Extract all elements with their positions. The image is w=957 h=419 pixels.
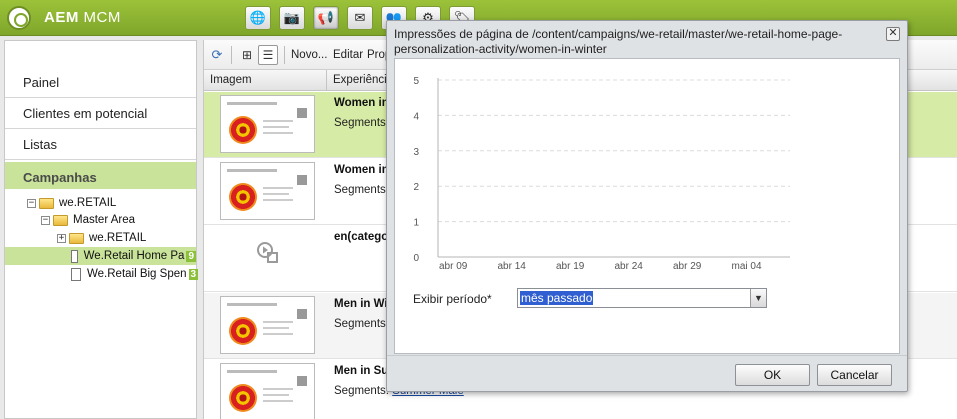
count-badge: 9 bbox=[186, 250, 196, 262]
segments-label: Segments: bbox=[334, 117, 389, 129]
aem-logo-icon bbox=[7, 6, 31, 30]
tree-node-label: we.RETAIL bbox=[59, 197, 117, 209]
experience-title: Women in bbox=[334, 97, 389, 109]
sidebar-item-clientes[interactable]: Clientes em potencial bbox=[5, 98, 196, 129]
period-selected-value: mês passado bbox=[520, 291, 594, 305]
expand-icon[interactable]: + bbox=[57, 233, 66, 243]
x-tick-label: abr 19 bbox=[556, 261, 585, 272]
app-title: AEM MCM bbox=[44, 9, 121, 26]
sidebar-item-painel[interactable]: Painel bbox=[5, 67, 196, 98]
tree-node-label: We.Retail Home Pa bbox=[83, 250, 185, 262]
x-tick-label: abr 09 bbox=[439, 261, 468, 272]
count-badge: 3 bbox=[188, 268, 199, 280]
grid-view-icon[interactable]: ⊞ bbox=[237, 45, 257, 65]
dialog-title: Impressões de página de /content/campaig… bbox=[394, 27, 843, 56]
tree-node-big-spender[interactable]: We.Retail Big Spen 3 bbox=[71, 265, 199, 283]
refresh-icon[interactable]: ⟳ bbox=[207, 45, 227, 65]
tree-node-label: we.RETAIL bbox=[89, 232, 147, 244]
x-tick-label: abr 24 bbox=[615, 261, 644, 272]
page-icon bbox=[71, 267, 81, 281]
app-title-bold: AEM bbox=[44, 9, 79, 26]
tree-node-home-page[interactable]: We.Retail Home Pa 9 bbox=[5, 247, 196, 265]
tree-node-label: We.Retail Big Spen bbox=[87, 268, 187, 280]
close-icon[interactable]: ✕ bbox=[886, 27, 900, 41]
video-placeholder-icon bbox=[257, 242, 278, 263]
toolbar-divider bbox=[284, 46, 285, 64]
impressions-chart: 0 1 2 3 4 5 abr 09 abr 14 abr 19 abr 24 abr 29 mai … bbox=[413, 76, 790, 272]
y-tick-label: 0 bbox=[413, 253, 419, 264]
column-header-image[interactable]: Imagem bbox=[210, 74, 252, 86]
page-impressions-dialog: Impressões de página de /content/campaig… bbox=[386, 20, 908, 392]
folder-icon bbox=[39, 197, 54, 209]
sidebar-item-listas[interactable]: Listas bbox=[5, 129, 196, 160]
thumbnail-image bbox=[220, 95, 315, 153]
x-tick-label: abr 14 bbox=[498, 261, 527, 272]
campaign-icon[interactable]: 📢 bbox=[313, 6, 339, 30]
y-tick-label: 4 bbox=[413, 111, 419, 122]
y-tick-label: 3 bbox=[413, 147, 419, 158]
page-icon bbox=[71, 249, 78, 263]
collapse-icon[interactable]: − bbox=[41, 215, 50, 225]
segments-label: Segments: bbox=[334, 184, 389, 196]
x-tick-label: abr 29 bbox=[673, 261, 702, 272]
y-tick-label: 2 bbox=[413, 182, 419, 193]
new-button[interactable]: Novo... bbox=[291, 49, 327, 61]
thumbnail-image bbox=[220, 363, 315, 419]
toolbar-divider bbox=[231, 46, 232, 64]
tree-node-we-retail[interactable]: − we.RETAIL bbox=[27, 194, 116, 212]
globe-icon[interactable]: 🌐 bbox=[245, 6, 271, 30]
period-label: Exibir período* bbox=[413, 292, 492, 306]
edit-button[interactable]: Editar bbox=[333, 49, 363, 61]
tree-node-label: Master Area bbox=[73, 214, 135, 226]
column-header-experience[interactable]: Experiência bbox=[333, 74, 393, 86]
y-tick-label: 1 bbox=[413, 218, 419, 229]
camera-icon[interactable]: 📷 bbox=[279, 6, 305, 30]
x-tick-label: mai 04 bbox=[732, 261, 762, 272]
app-title-rest: MCM bbox=[83, 9, 121, 26]
tree-node-master-area[interactable]: − Master Area bbox=[41, 211, 135, 229]
experience-title: en(catego bbox=[334, 231, 389, 243]
list-view-icon[interactable]: ☰ bbox=[258, 45, 278, 65]
folder-icon bbox=[69, 232, 84, 244]
sidebar-item-campanhas[interactable]: Campanhas bbox=[5, 162, 196, 189]
chevron-down-icon[interactable]: ▼ bbox=[750, 289, 766, 307]
collapse-icon[interactable]: − bbox=[27, 198, 36, 208]
mail-icon[interactable]: ✉ bbox=[347, 6, 373, 30]
folder-icon bbox=[53, 214, 68, 226]
thumbnail-image bbox=[220, 296, 315, 354]
y-tick-label: 5 bbox=[413, 76, 419, 87]
tree-node-we-retail-sub[interactable]: + we.RETAIL bbox=[57, 229, 146, 247]
dialog-body: 0 1 2 3 4 5 abr 09 abr 14 abr 19 abr 24 abr 29 mai … bbox=[394, 58, 900, 354]
experience-title: Men in Su bbox=[334, 365, 389, 377]
experience-title: Women in bbox=[334, 164, 389, 176]
period-select[interactable]: mês passado ▼ bbox=[517, 288, 767, 308]
sidebar: Painel Clientes em potencial Listas Camp… bbox=[4, 40, 199, 419]
cancel-button[interactable]: Cancelar bbox=[817, 364, 892, 386]
segments-label: Segments: bbox=[334, 318, 389, 330]
thumbnail-image bbox=[220, 162, 315, 220]
dialog-footer: OK Cancelar bbox=[387, 355, 907, 391]
experience-title: Men in Wi bbox=[334, 298, 388, 310]
column-divider bbox=[326, 70, 327, 91]
ok-button[interactable]: OK bbox=[735, 364, 810, 386]
